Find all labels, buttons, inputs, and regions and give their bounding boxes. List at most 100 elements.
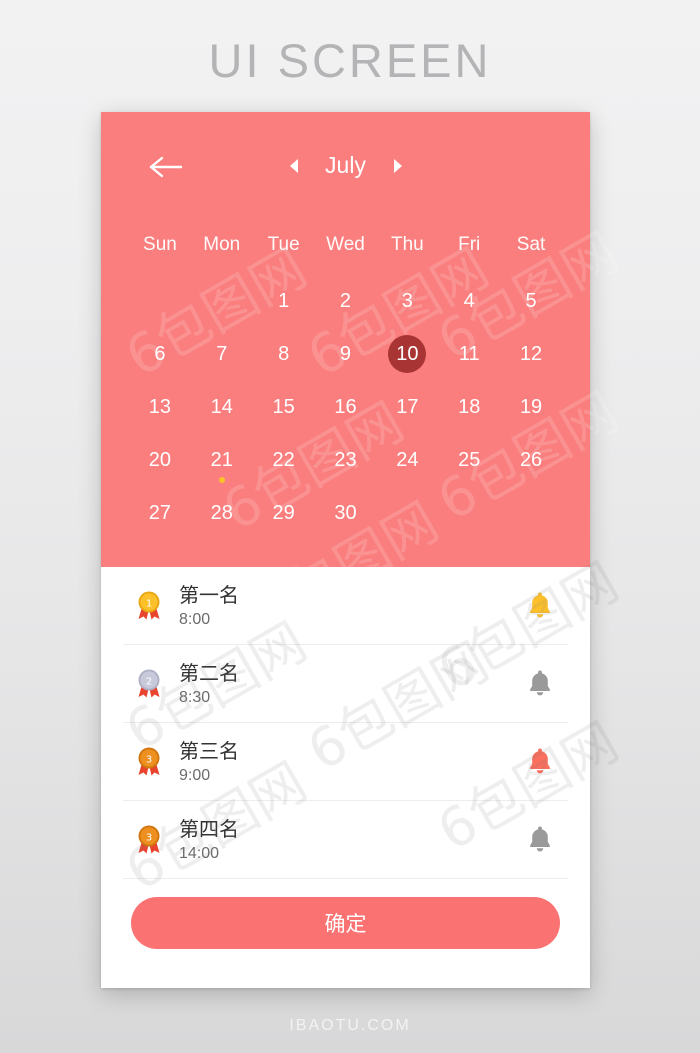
weekday-label: Sun [143, 234, 177, 255]
day-number: 23 [334, 448, 357, 471]
list-item-title: 第三名 [179, 738, 239, 763]
calendar-header: July [101, 112, 590, 212]
day-cell-26[interactable]: 26 [500, 433, 562, 486]
day-number: 20 [148, 448, 172, 471]
footer-watermark: IBAOTU.COM [289, 1017, 411, 1034]
medal-gold-icon: 1 [123, 590, 175, 622]
day-cell-5[interactable]: 5 [500, 274, 562, 327]
day-cell-15[interactable]: 15 [253, 380, 315, 433]
day-cell-22[interactable]: 22 [253, 433, 315, 486]
day-number: 16 [334, 395, 357, 418]
weekday-label: Wed [326, 234, 365, 255]
day-cell-3[interactable]: 3 [376, 274, 438, 327]
day-cell-7[interactable]: 7 [191, 327, 253, 380]
weekday-label: Sat [516, 234, 546, 255]
day-cell-18[interactable]: 18 [438, 380, 500, 433]
day-cell-13[interactable]: 13 [129, 380, 191, 433]
day-number: 14 [210, 395, 233, 418]
bell-icon[interactable] [512, 747, 568, 777]
list-item[interactable]: 1 第一名 8:00 [123, 567, 568, 645]
svg-text:2: 2 [146, 676, 152, 687]
day-number: 22 [272, 448, 295, 471]
day-number: 6 [154, 342, 166, 365]
day-number: 27 [148, 501, 172, 524]
list-item-title: 第二名 [179, 660, 239, 685]
list-item-time: 8:30 [179, 688, 211, 706]
alarm-list: 1 第一名 8:00 2 第二名 8:30 3 第三名 9:00 3 第四名 14:00 [101, 567, 590, 879]
day-number: 21 [210, 448, 233, 471]
day-number: 24 [396, 448, 419, 471]
day-cell-14[interactable]: 14 [191, 380, 253, 433]
bell-icon[interactable] [512, 591, 568, 621]
month-navigator: July [101, 152, 590, 179]
day-cell-30[interactable]: 30 [315, 486, 377, 539]
day-number: 5 [525, 289, 537, 312]
weekday-label: Tue [267, 234, 300, 255]
day-cell-11[interactable]: 11 [438, 327, 500, 380]
day-cell-20[interactable]: 20 [129, 433, 191, 486]
day-number: 4 [463, 289, 475, 312]
day-number: 28 [210, 501, 233, 524]
day-cell-29[interactable]: 29 [253, 486, 315, 539]
day-cell-21[interactable]: 21 [191, 433, 253, 486]
svg-text:1: 1 [146, 598, 152, 609]
weekday-label: Mon [203, 234, 241, 255]
day-number: 25 [458, 448, 481, 471]
day-cell-empty [191, 274, 253, 327]
medal-silver-icon: 2 [123, 668, 175, 700]
day-number: 2 [339, 289, 352, 312]
month-label: July [325, 152, 366, 178]
day-number: 29 [272, 501, 295, 524]
confirm-button[interactable]: 确定 [131, 897, 560, 949]
day-number: 8 [278, 342, 290, 365]
weekday-header-row: Sun Mon Tue Wed Thu Fri Sat [101, 234, 590, 256]
day-cell-10[interactable]: 10 [376, 327, 438, 380]
prev-month-button[interactable] [289, 158, 298, 173]
day-cell-6[interactable]: 6 [129, 327, 191, 380]
list-item-title: 第四名 [179, 816, 239, 841]
day-number: 26 [519, 448, 543, 471]
svg-text:3: 3 [146, 832, 152, 843]
list-item[interactable]: 3 第四名 14:00 [123, 801, 568, 879]
day-number: 12 [519, 342, 543, 365]
day-number: 1 [278, 289, 290, 312]
list-item[interactable]: 3 第三名 9:00 [123, 723, 568, 801]
day-cell-17[interactable]: 17 [376, 380, 438, 433]
day-number: 30 [334, 501, 357, 524]
day-number: 11 [458, 342, 480, 365]
list-item[interactable]: 2 第二名 8:30 [123, 645, 568, 723]
list-item-text: 第二名 8:30 [175, 661, 512, 707]
day-cell-9[interactable]: 9 [315, 327, 377, 380]
medal-bronze-icon: 3 [123, 746, 175, 778]
next-month-button[interactable] [393, 158, 402, 173]
list-item-title: 第一名 [179, 582, 239, 607]
day-cell-2[interactable]: 2 [315, 274, 377, 327]
list-item-time: 9:00 [179, 766, 211, 784]
day-cell-27[interactable]: 27 [129, 486, 191, 539]
day-cell-24[interactable]: 24 [376, 433, 438, 486]
day-grid: 1 2 3 4 5 6 7 8 9 10 11 12 13 14 15 16 17 18 19 20 21 22 23 24 2… [101, 274, 590, 539]
day-cell-12[interactable]: 12 [500, 327, 562, 380]
list-item-text: 第一名 8:00 [175, 583, 512, 629]
calendar-section: July Sun Mon Tue Wed Thu Fri Sat 1 2 3 4 5 6 7 8 9 10 11… [101, 112, 590, 567]
day-number: 15 [272, 395, 295, 418]
day-cell-16[interactable]: 16 [315, 380, 377, 433]
phone-mockup-card: July Sun Mon Tue Wed Thu Fri Sat 1 2 3 4 5 6 7 8 9 10 11… [101, 112, 590, 988]
weekday-label: Thu [390, 234, 424, 255]
day-cell-19[interactable]: 19 [500, 380, 562, 433]
day-number: 7 [216, 342, 228, 365]
list-item-time: 8:00 [179, 610, 211, 628]
day-number: 13 [148, 395, 172, 418]
day-cell-8[interactable]: 8 [253, 327, 315, 380]
day-cell-1[interactable]: 1 [253, 274, 315, 327]
day-number: 17 [396, 395, 419, 418]
day-cell-25[interactable]: 25 [438, 433, 500, 486]
day-cell-23[interactable]: 23 [315, 433, 377, 486]
day-cell-4[interactable]: 4 [438, 274, 500, 327]
day-cell-28[interactable]: 28 [191, 486, 253, 539]
bell-icon[interactable] [512, 825, 568, 855]
page-title: UI SCREEN [208, 34, 492, 87]
confirm-button-container: 确定 [101, 879, 590, 949]
bell-icon[interactable] [512, 669, 568, 699]
list-item-text: 第三名 9:00 [175, 739, 512, 785]
